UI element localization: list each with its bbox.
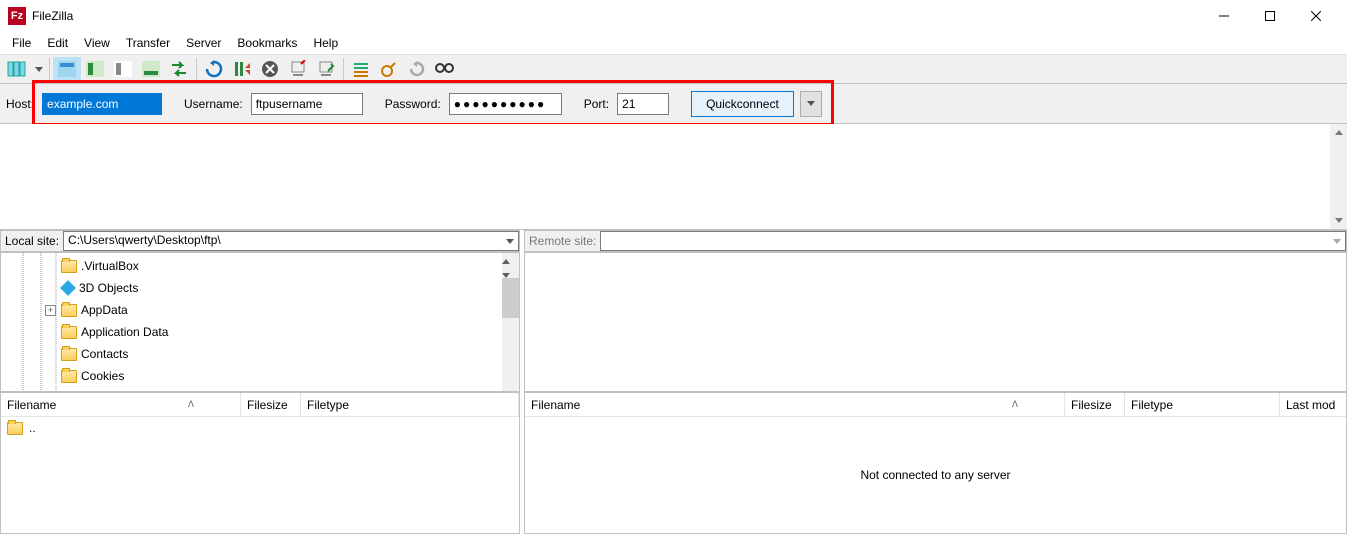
col-filetype[interactable]: Filetype xyxy=(1125,393,1280,416)
local-file-list[interactable]: Filenameᐱ Filesize Filetype .. xyxy=(0,392,520,534)
port-label: Port: xyxy=(584,97,609,111)
toggle-log-icon[interactable] xyxy=(53,57,81,81)
col-filesize[interactable]: Filesize xyxy=(1065,393,1125,416)
tree-item[interactable]: Application Data xyxy=(61,321,519,343)
sort-asc-icon: ᐱ xyxy=(1012,399,1018,410)
remote-file-list[interactable]: Filenameᐱ Filesize Filetype Last mod Not… xyxy=(524,392,1347,534)
menu-file[interactable]: File xyxy=(4,34,39,52)
tree-item[interactable]: Contacts xyxy=(61,343,519,365)
password-label: Password: xyxy=(385,97,441,111)
tree-item-label: 3D Objects xyxy=(79,281,138,295)
col-filename[interactable]: Filenameᐱ xyxy=(525,393,1065,416)
password-input[interactable] xyxy=(449,93,562,115)
local-pane: Local site: C:\Users\qwerty\Desktop\ftp\… xyxy=(0,230,520,534)
site-manager-icon[interactable] xyxy=(4,57,32,81)
tree-item-label: AppData xyxy=(81,303,128,317)
menu-server[interactable]: Server xyxy=(178,34,229,52)
sync-browsing-icon[interactable] xyxy=(165,57,193,81)
scroll-down-icon[interactable] xyxy=(1330,212,1347,229)
folder-icon xyxy=(61,304,77,317)
tree-scrollbar[interactable] xyxy=(502,253,519,391)
expander-icon[interactable]: + xyxy=(45,305,56,316)
remote-empty-message: Not connected to any server xyxy=(525,417,1346,533)
menu-bookmarks[interactable]: Bookmarks xyxy=(229,34,305,52)
local-site-label: Local site: xyxy=(1,234,63,248)
minimize-button[interactable] xyxy=(1201,0,1247,32)
quickconnect-bar: Host: Username: Password: Port: Quickcon… xyxy=(0,84,1347,124)
refresh-icon[interactable] xyxy=(200,57,228,81)
col-lastmod[interactable]: Last mod xyxy=(1280,393,1346,416)
tree-item[interactable]: 3D Objects xyxy=(61,277,519,299)
col-filetype[interactable]: Filetype xyxy=(301,393,519,416)
tree-item-label: Application Data xyxy=(81,325,168,339)
remote-tree[interactable] xyxy=(524,252,1347,392)
tree-item-label: .VirtualBox xyxy=(81,259,139,273)
compare-icon[interactable] xyxy=(375,57,403,81)
local-site-dropdown-icon[interactable] xyxy=(501,232,518,250)
local-site-path[interactable]: C:\Users\qwerty\Desktop\ftp\ xyxy=(63,231,519,251)
remote-site-dropdown-icon[interactable] xyxy=(1328,232,1345,250)
log-scrollbar[interactable] xyxy=(1330,124,1347,229)
filter-icon[interactable] xyxy=(347,57,375,81)
folder-icon xyxy=(61,370,77,383)
local-tree[interactable]: .VirtualBox3D Objects+AppDataApplication… xyxy=(0,252,520,392)
sort-asc-icon: ᐱ xyxy=(188,399,194,410)
folder-icon xyxy=(7,422,23,435)
disconnect-icon[interactable] xyxy=(284,57,312,81)
menu-help[interactable]: Help xyxy=(305,34,346,52)
close-button[interactable] xyxy=(1293,0,1339,32)
titlebar: Fz FileZilla xyxy=(0,0,1347,32)
folder-icon xyxy=(61,348,77,361)
host-label: Host: xyxy=(6,97,34,111)
col-filesize[interactable]: Filesize xyxy=(241,393,301,416)
quickconnect-button[interactable]: Quickconnect xyxy=(691,91,794,117)
menu-view[interactable]: View xyxy=(76,34,118,52)
remote-pane: Remote site: Filenameᐱ Filesize Filetype… xyxy=(524,230,1347,534)
scroll-up-icon[interactable] xyxy=(502,253,519,267)
tree-item[interactable]: +AppData xyxy=(61,299,519,321)
tree-item-label: Contacts xyxy=(81,347,128,361)
scroll-up-icon[interactable] xyxy=(1330,124,1347,141)
search-icon[interactable] xyxy=(431,57,459,81)
auto-sync-icon[interactable] xyxy=(403,57,431,81)
remote-site-label: Remote site: xyxy=(525,234,600,248)
cancel-icon[interactable] xyxy=(256,57,284,81)
tree-item-label: Cookies xyxy=(81,369,124,383)
folder-icon xyxy=(61,260,77,273)
menu-edit[interactable]: Edit xyxy=(39,34,76,52)
scrollbar-thumb[interactable] xyxy=(502,278,519,318)
window-title: FileZilla xyxy=(32,9,73,23)
tree-item[interactable]: Cookies xyxy=(61,365,519,387)
toolbar xyxy=(0,54,1347,84)
toggle-local-tree-icon[interactable] xyxy=(81,57,109,81)
message-log[interactable] xyxy=(0,124,1347,230)
port-input[interactable] xyxy=(617,93,669,115)
3d-objects-icon xyxy=(60,280,76,296)
username-label: Username: xyxy=(184,97,243,111)
tree-item[interactable]: .VirtualBox xyxy=(61,255,519,277)
app-logo-icon: Fz xyxy=(8,7,26,25)
folder-icon xyxy=(61,326,77,339)
col-filename[interactable]: Filenameᐱ xyxy=(1,393,241,416)
username-input[interactable] xyxy=(251,93,363,115)
quickconnect-history-dropdown[interactable] xyxy=(800,91,822,117)
toggle-queue-icon[interactable] xyxy=(137,57,165,81)
list-item[interactable]: .. xyxy=(1,417,519,439)
site-manager-dropdown-icon[interactable] xyxy=(32,57,46,81)
reconnect-icon[interactable] xyxy=(312,57,340,81)
menubar: File Edit View Transfer Server Bookmarks… xyxy=(0,32,1347,54)
process-queue-icon[interactable] xyxy=(228,57,256,81)
toggle-remote-tree-icon[interactable] xyxy=(109,57,137,81)
host-input[interactable] xyxy=(42,93,162,115)
maximize-button[interactable] xyxy=(1247,0,1293,32)
menu-transfer[interactable]: Transfer xyxy=(118,34,178,52)
remote-site-path[interactable] xyxy=(600,231,1346,251)
